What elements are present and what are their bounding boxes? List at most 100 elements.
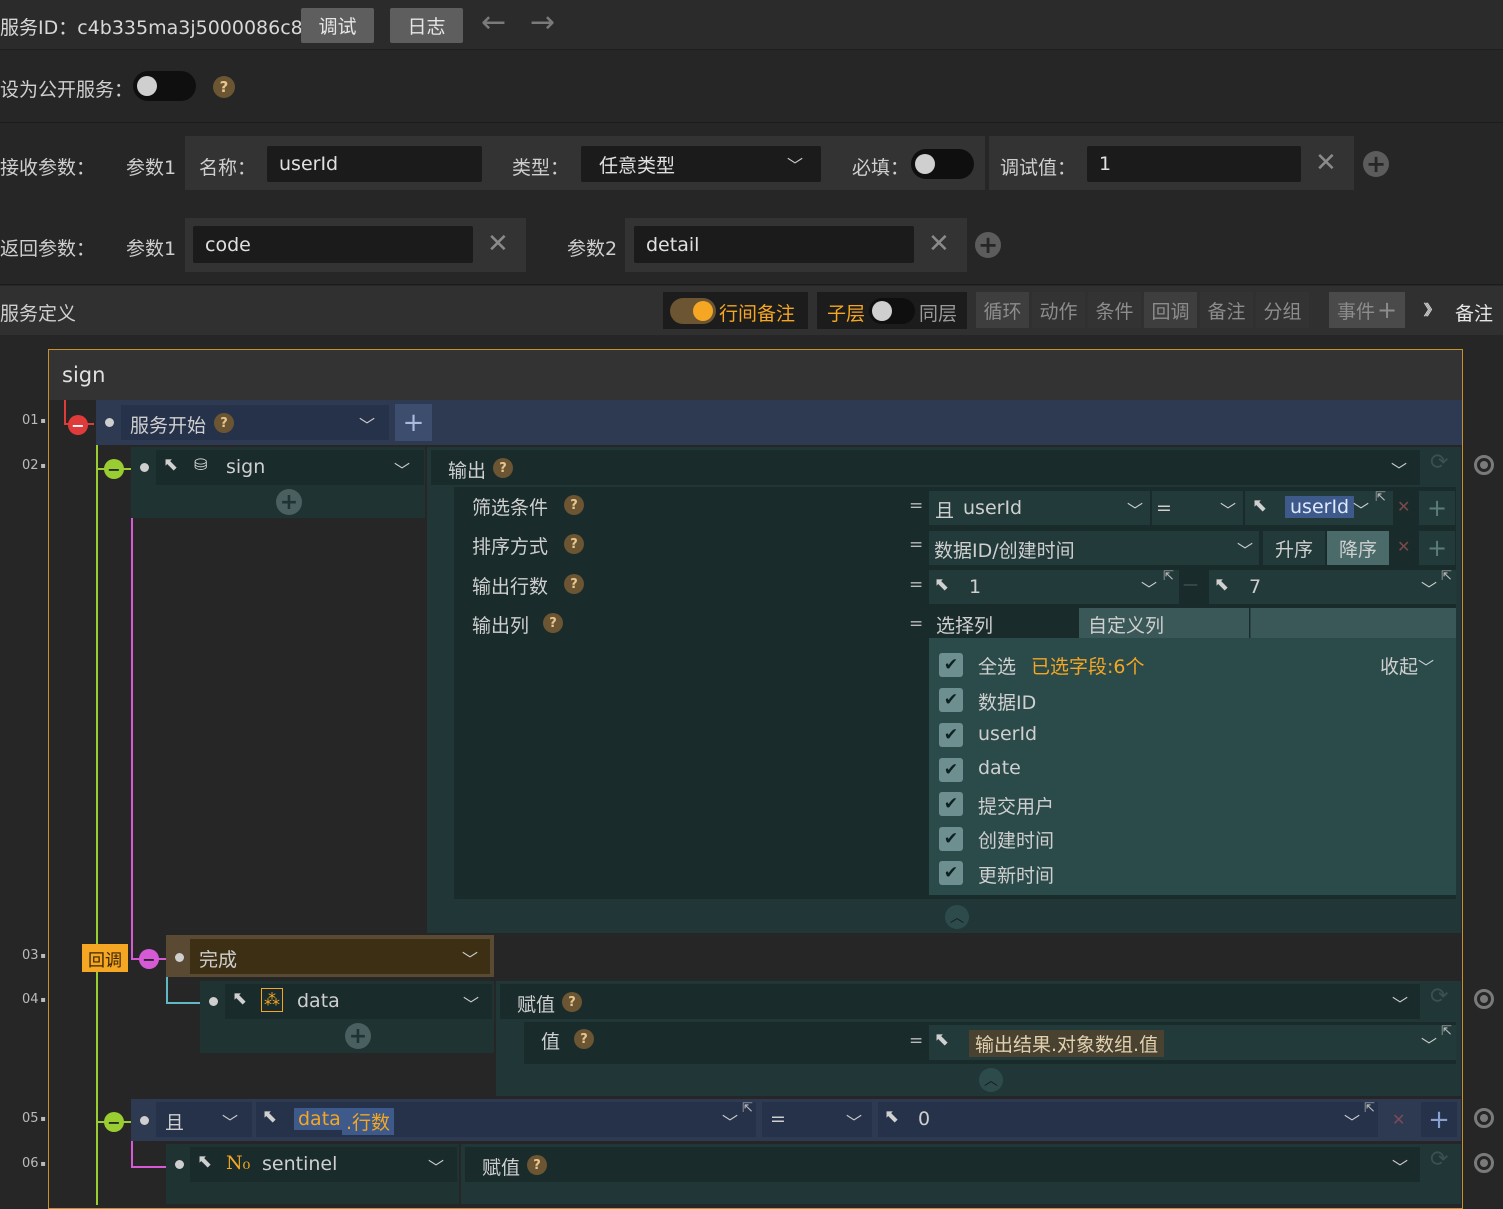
help-icon[interactable]: ? (564, 495, 584, 515)
collapse-minus-icon[interactable]: − (68, 415, 88, 435)
target-icon[interactable] (1474, 989, 1494, 1009)
filter-value-box[interactable]: ⬉ userId ﹀ ⇱ (1245, 490, 1393, 525)
tool-callback[interactable]: 回调 (1144, 292, 1197, 328)
help-icon[interactable]: ? (543, 613, 563, 633)
log-button[interactable]: 日志 (390, 8, 463, 43)
help-icon[interactable]: ? (213, 76, 235, 98)
select-all-checkbox[interactable]: ✔ (939, 653, 963, 677)
close-icon[interactable]: ✕ (1315, 150, 1337, 176)
return-param1-input[interactable]: code (193, 226, 473, 263)
inline-note-toggle-box[interactable]: 行间备注 (663, 292, 808, 329)
collapse-minus-icon[interactable]: − (104, 459, 124, 479)
value-expression-box[interactable]: ⬉ 输出结果.对象数组.值 ﹀ ⇱ (929, 1024, 1456, 1060)
tool-action[interactable]: 动作 (1032, 292, 1085, 328)
back-arrow-icon[interactable]: ← (481, 5, 506, 40)
param-type-select[interactable]: 任意类型 ﹀ (581, 146, 821, 182)
inline-note-toggle[interactable] (670, 298, 716, 324)
filter-operator-select[interactable]: = ﹀ (1152, 491, 1243, 525)
expand-icon[interactable]: ⇱ (1441, 569, 1452, 584)
debug-value-input[interactable]: 1 (1087, 146, 1301, 182)
close-icon[interactable]: ✕ (1397, 537, 1410, 556)
expand-icon[interactable]: ⇱ (1163, 569, 1174, 584)
condition-right-box[interactable]: ⬉ 0 ﹀ ⇱ (878, 1101, 1378, 1137)
expand-icon[interactable]: ⇱ (1441, 1024, 1452, 1039)
help-icon[interactable]: ? (562, 992, 582, 1012)
collapse-minus-icon[interactable]: − (139, 949, 159, 969)
close-icon[interactable]: ✕ (928, 231, 950, 257)
close-icon[interactable]: ✕ (1397, 497, 1410, 516)
pointer-icon[interactable]: ⬉ (262, 1106, 277, 1127)
complete-select[interactable]: 完成 ﹀ (190, 939, 490, 974)
pointer-icon[interactable]: ⬉ (1214, 574, 1229, 595)
pointer-icon[interactable]: ⬉ (163, 454, 178, 475)
rows-from-box[interactable]: ⬉ 1 ﹀ ⇱ (929, 569, 1179, 604)
close-icon[interactable]: ✕ (487, 231, 509, 257)
output-select[interactable]: 输出 ? ﹀ (431, 450, 1420, 485)
expand-icon[interactable]: ⇱ (742, 1101, 753, 1116)
column-checkbox[interactable]: ✔ (939, 792, 963, 816)
sentinel-node-select[interactable]: ⬉ N₀ sentinel ﹀ (190, 1147, 457, 1182)
required-toggle[interactable] (911, 149, 974, 179)
layer-toggle-box[interactable]: 子层 同层 (817, 292, 967, 329)
expand-icon[interactable]: ⇱ (1364, 1101, 1375, 1116)
collapse-up-icon[interactable]: ︿ (979, 1068, 1003, 1092)
add-return-param-icon[interactable]: + (975, 232, 1001, 258)
add-step-button[interactable]: + (395, 404, 432, 441)
help-icon[interactable]: ? (527, 1155, 547, 1175)
refresh-icon[interactable]: ⟳ (1430, 1147, 1448, 1172)
debug-button[interactable]: 调试 (301, 8, 374, 43)
column-checkbox[interactable]: ✔ (939, 723, 963, 747)
help-icon[interactable]: ? (564, 574, 584, 594)
refresh-icon[interactable]: ⟳ (1430, 450, 1448, 475)
param-name-input[interactable]: userId (267, 146, 482, 182)
column-checkbox[interactable]: ✔ (939, 861, 963, 885)
tool-group[interactable]: 分组 (1256, 292, 1309, 328)
help-icon[interactable]: ? (564, 534, 584, 554)
layer-toggle[interactable] (869, 298, 915, 324)
help-icon[interactable]: ? (574, 1029, 594, 1049)
pointer-icon[interactable]: ⬉ (232, 988, 247, 1009)
tool-loop[interactable]: 循环 (976, 292, 1029, 328)
tool-note[interactable]: 备注 (1200, 292, 1253, 328)
collapse-up-icon[interactable]: ︿ (945, 905, 969, 929)
add-param-icon[interactable]: + (1363, 151, 1389, 177)
condition-left-box[interactable]: ⬉ data .行数 ﹀ ⇱ (256, 1101, 756, 1137)
pointer-icon[interactable]: ⬉ (197, 1151, 212, 1172)
data-node-select[interactable]: ⬉ ⁂ data ﹀ (225, 984, 492, 1019)
target-icon[interactable] (1474, 455, 1494, 475)
target-icon[interactable] (1474, 1153, 1494, 1173)
pointer-icon[interactable]: ⬉ (1252, 495, 1267, 516)
sort-asc-button[interactable]: 升序 (1263, 531, 1325, 565)
add-circle-icon[interactable]: + (276, 489, 302, 515)
close-icon[interactable]: ✕ (1392, 1110, 1405, 1129)
tab-custom-columns[interactable]: 自定义列 (1079, 608, 1249, 638)
add-filter-button[interactable]: + (1419, 491, 1455, 525)
pointer-icon[interactable]: ⬉ (884, 1106, 899, 1127)
collapse-minus-icon[interactable]: − (104, 1112, 124, 1132)
expand-icon[interactable]: ⇱ (1375, 490, 1386, 505)
target-icon[interactable] (1474, 1108, 1494, 1128)
assign-select[interactable]: 赋值 ? ﹀ (500, 984, 1420, 1019)
pointer-icon[interactable]: ⬉ (934, 1029, 949, 1050)
help-icon[interactable]: ? (214, 413, 234, 433)
column-checkbox[interactable]: ✔ (939, 827, 963, 851)
service-start-select[interactable]: 服务开始 ? ﹀ (121, 405, 389, 440)
column-checkbox[interactable]: ✔ (939, 688, 963, 712)
add-sort-button[interactable]: + (1419, 531, 1455, 565)
tab-select-columns[interactable]: 选择列 (929, 608, 1079, 638)
add-circle-icon[interactable]: + (345, 1023, 371, 1049)
add-condition-button[interactable]: + (1421, 1102, 1457, 1137)
filter-field-select[interactable]: 且 userId ﹀ (929, 491, 1150, 525)
return-param2-input[interactable]: detail (634, 226, 914, 263)
forward-arrow-icon[interactable]: → (530, 5, 555, 40)
sort-desc-button[interactable]: 降序 (1327, 531, 1389, 565)
condition-operator-select[interactable]: = ﹀ (762, 1102, 872, 1137)
tool-condition[interactable]: 条件 (1088, 292, 1141, 328)
help-icon[interactable]: ? (493, 458, 513, 478)
sign-node-select[interactable]: ⬉ ⛁ sign ﹀ (156, 450, 424, 485)
condition-and-select[interactable]: 且 ﹀ (156, 1102, 252, 1137)
assign-select[interactable]: 赋值 ? ﹀ (465, 1147, 1420, 1182)
refresh-icon[interactable]: ⟳ (1430, 984, 1448, 1009)
note-panel-button[interactable]: 备注 (1455, 299, 1493, 326)
rows-to-box[interactable]: ⬉ 7 ﹀ ⇱ (1209, 569, 1456, 604)
